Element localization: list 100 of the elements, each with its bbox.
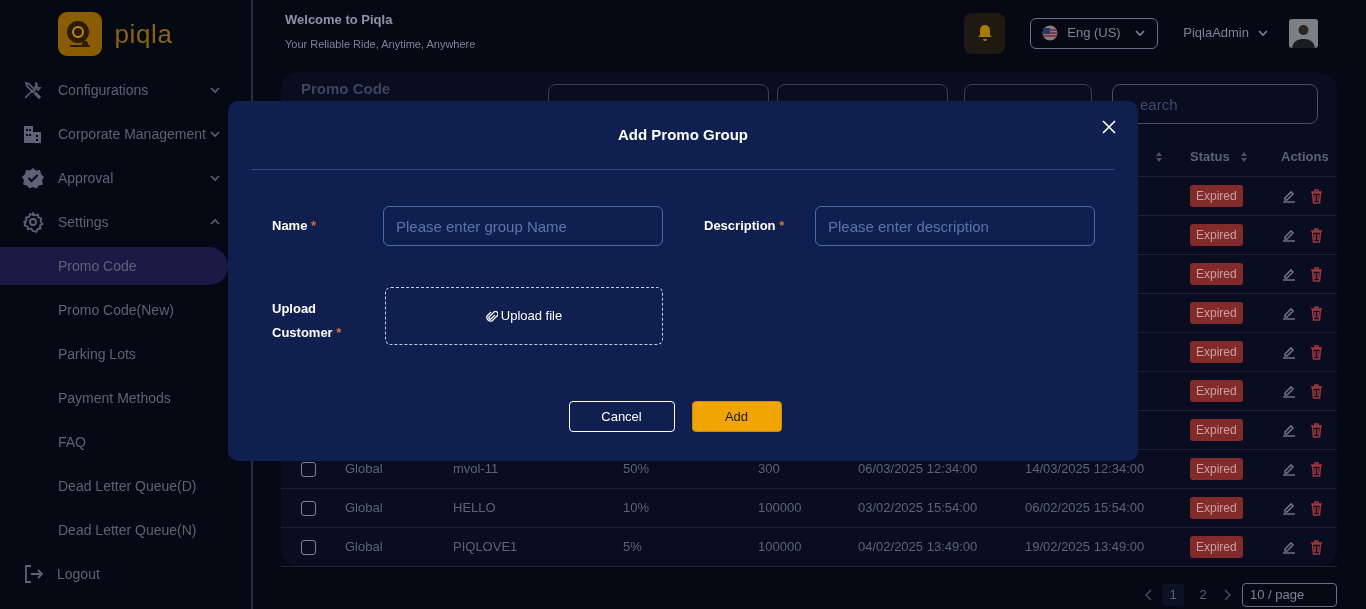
table-cell: 06/02/2025 15:54:00 [1025, 500, 1145, 516]
sidebar-subitem[interactable]: Promo Code [0, 247, 228, 285]
column-header: Actions [1280, 147, 1330, 166]
edit-icon[interactable] [1282, 501, 1296, 515]
search-field[interactable]: earch [1112, 84, 1318, 124]
sidebar-subitem[interactable]: Dead Letter Queue(D) [0, 467, 228, 505]
page-button[interactable]: 1 [1162, 584, 1184, 606]
table-cell: Global [345, 461, 383, 477]
building-icon [22, 123, 44, 145]
row-checkbox[interactable] [300, 500, 316, 516]
edit-icon[interactable] [1282, 189, 1296, 203]
language-select[interactable]: Eng (US) [1030, 17, 1159, 49]
status-badge: Expired [1190, 263, 1243, 285]
logout-item[interactable]: Logout [0, 552, 251, 596]
avatar-icon[interactable] [1289, 18, 1318, 48]
sidebar-subitem[interactable]: Parking Lots [0, 335, 228, 373]
field-label: Name * [272, 217, 318, 236]
cancel-button[interactable]: Cancel [568, 401, 675, 432]
status-badge: Expired [1190, 224, 1243, 246]
trash-icon[interactable] [1310, 461, 1323, 477]
trash-icon[interactable] [1310, 500, 1323, 516]
add-button[interactable]: Add [691, 401, 782, 432]
table-cell: 14/03/2025 12:34:00 [1025, 461, 1145, 477]
page-button[interactable]: 2 [1192, 584, 1214, 606]
column-header: Status [1190, 147, 1230, 166]
tools-icon [22, 79, 44, 101]
chevron-down-icon [1257, 27, 1269, 39]
table-cell: 100000 [758, 500, 802, 516]
trash-icon[interactable] [1310, 383, 1323, 399]
trash-icon[interactable] [1310, 227, 1323, 243]
field-label: Description * [704, 217, 786, 236]
sidebar-subitem[interactable]: FAQ [0, 423, 228, 461]
table-cell: PIQLOVE1 [453, 539, 518, 555]
welcome-title: Welcome to Piqla [285, 11, 394, 29]
trash-icon[interactable] [1310, 422, 1323, 438]
status-badge: Expired [1190, 419, 1243, 441]
page-size-select[interactable]: 10 / page [1242, 583, 1337, 607]
chevron-down-icon [1134, 27, 1147, 39]
edit-icon[interactable] [1282, 423, 1296, 437]
close-button[interactable] [1102, 120, 1116, 134]
edit-icon[interactable] [1282, 345, 1296, 359]
table-cell: 5% [623, 539, 642, 555]
trash-icon[interactable] [1310, 188, 1323, 204]
sidebar-item[interactable]: Corporate Management [0, 112, 251, 156]
trash-icon[interactable] [1310, 305, 1323, 321]
chevron-right-icon[interactable] [1222, 589, 1232, 601]
sidebar-subitem[interactable]: Promo Code(New) [0, 291, 228, 329]
user-menu[interactable]: PiqlaAdmin [1183, 23, 1269, 43]
logout-icon [22, 563, 44, 585]
status-badge: Expired [1190, 458, 1243, 480]
modal-title: Add Promo Group [618, 124, 748, 145]
sort-icon [1155, 150, 1163, 163]
sort-icon [1239, 150, 1248, 163]
table-cell: mvol-11 [453, 461, 499, 477]
sidebar-item[interactable]: Approval [0, 156, 251, 200]
status-badge: Expired [1190, 302, 1243, 324]
notification-button[interactable] [964, 12, 1006, 54]
sidebar-subitem[interactable]: Dead Letter Queue(N) [0, 511, 228, 549]
tagline: Your Reliable Ride, Anytime, Anywhere [285, 36, 476, 52]
name-field[interactable]: Please enter group Name [383, 206, 663, 246]
chevron-down-icon [209, 128, 221, 140]
status-badge: Expired [1190, 380, 1243, 402]
trash-icon[interactable] [1310, 539, 1323, 555]
chevron-left-icon[interactable] [1144, 589, 1154, 601]
edit-icon[interactable] [1282, 384, 1296, 398]
table-cell: Global [345, 539, 383, 555]
trash-icon[interactable] [1310, 344, 1323, 360]
upload-button[interactable]: Upload file [385, 287, 663, 345]
table-cell: 19/02/2025 13:49:00 [1025, 539, 1145, 555]
gear-icon [22, 211, 44, 233]
status-badge: Expired [1190, 536, 1243, 558]
table-cell: 100000 [758, 539, 802, 555]
sidebar-item[interactable]: Settings [0, 200, 251, 244]
chevron-down-icon [209, 172, 221, 184]
edit-icon[interactable] [1282, 306, 1296, 320]
card-title: Promo Code [301, 81, 392, 96]
brand-name: piqla [114, 21, 173, 47]
table-cell: 10% [623, 500, 650, 516]
close-icon [1102, 120, 1116, 134]
status-badge: Expired [1190, 185, 1243, 207]
logo-icon [58, 12, 103, 56]
sidebar-item[interactable]: Configurations [0, 68, 251, 112]
edit-icon[interactable] [1282, 540, 1296, 554]
chevron-down-icon [209, 84, 221, 96]
paperclip-icon [485, 309, 498, 323]
table-cell: HELLO [453, 500, 496, 516]
trash-icon[interactable] [1310, 266, 1323, 282]
field-label: Upload Customer * [272, 300, 343, 342]
status-badge: Expired [1190, 497, 1243, 519]
edit-icon[interactable] [1282, 267, 1296, 281]
table-cell: 03/02/2025 15:54:00 [858, 500, 978, 516]
description-field[interactable]: Please enter description [815, 206, 1095, 246]
row-checkbox[interactable] [300, 539, 316, 555]
table-cell: Global [345, 500, 383, 516]
edit-icon[interactable] [1282, 228, 1296, 242]
status-badge: Expired [1190, 341, 1243, 363]
edit-icon[interactable] [1282, 462, 1296, 476]
table-cell: 300 [758, 461, 780, 477]
sidebar-subitem[interactable]: Payment Methods [0, 379, 228, 417]
table-cell: 04/02/2025 13:49:00 [858, 539, 978, 555]
